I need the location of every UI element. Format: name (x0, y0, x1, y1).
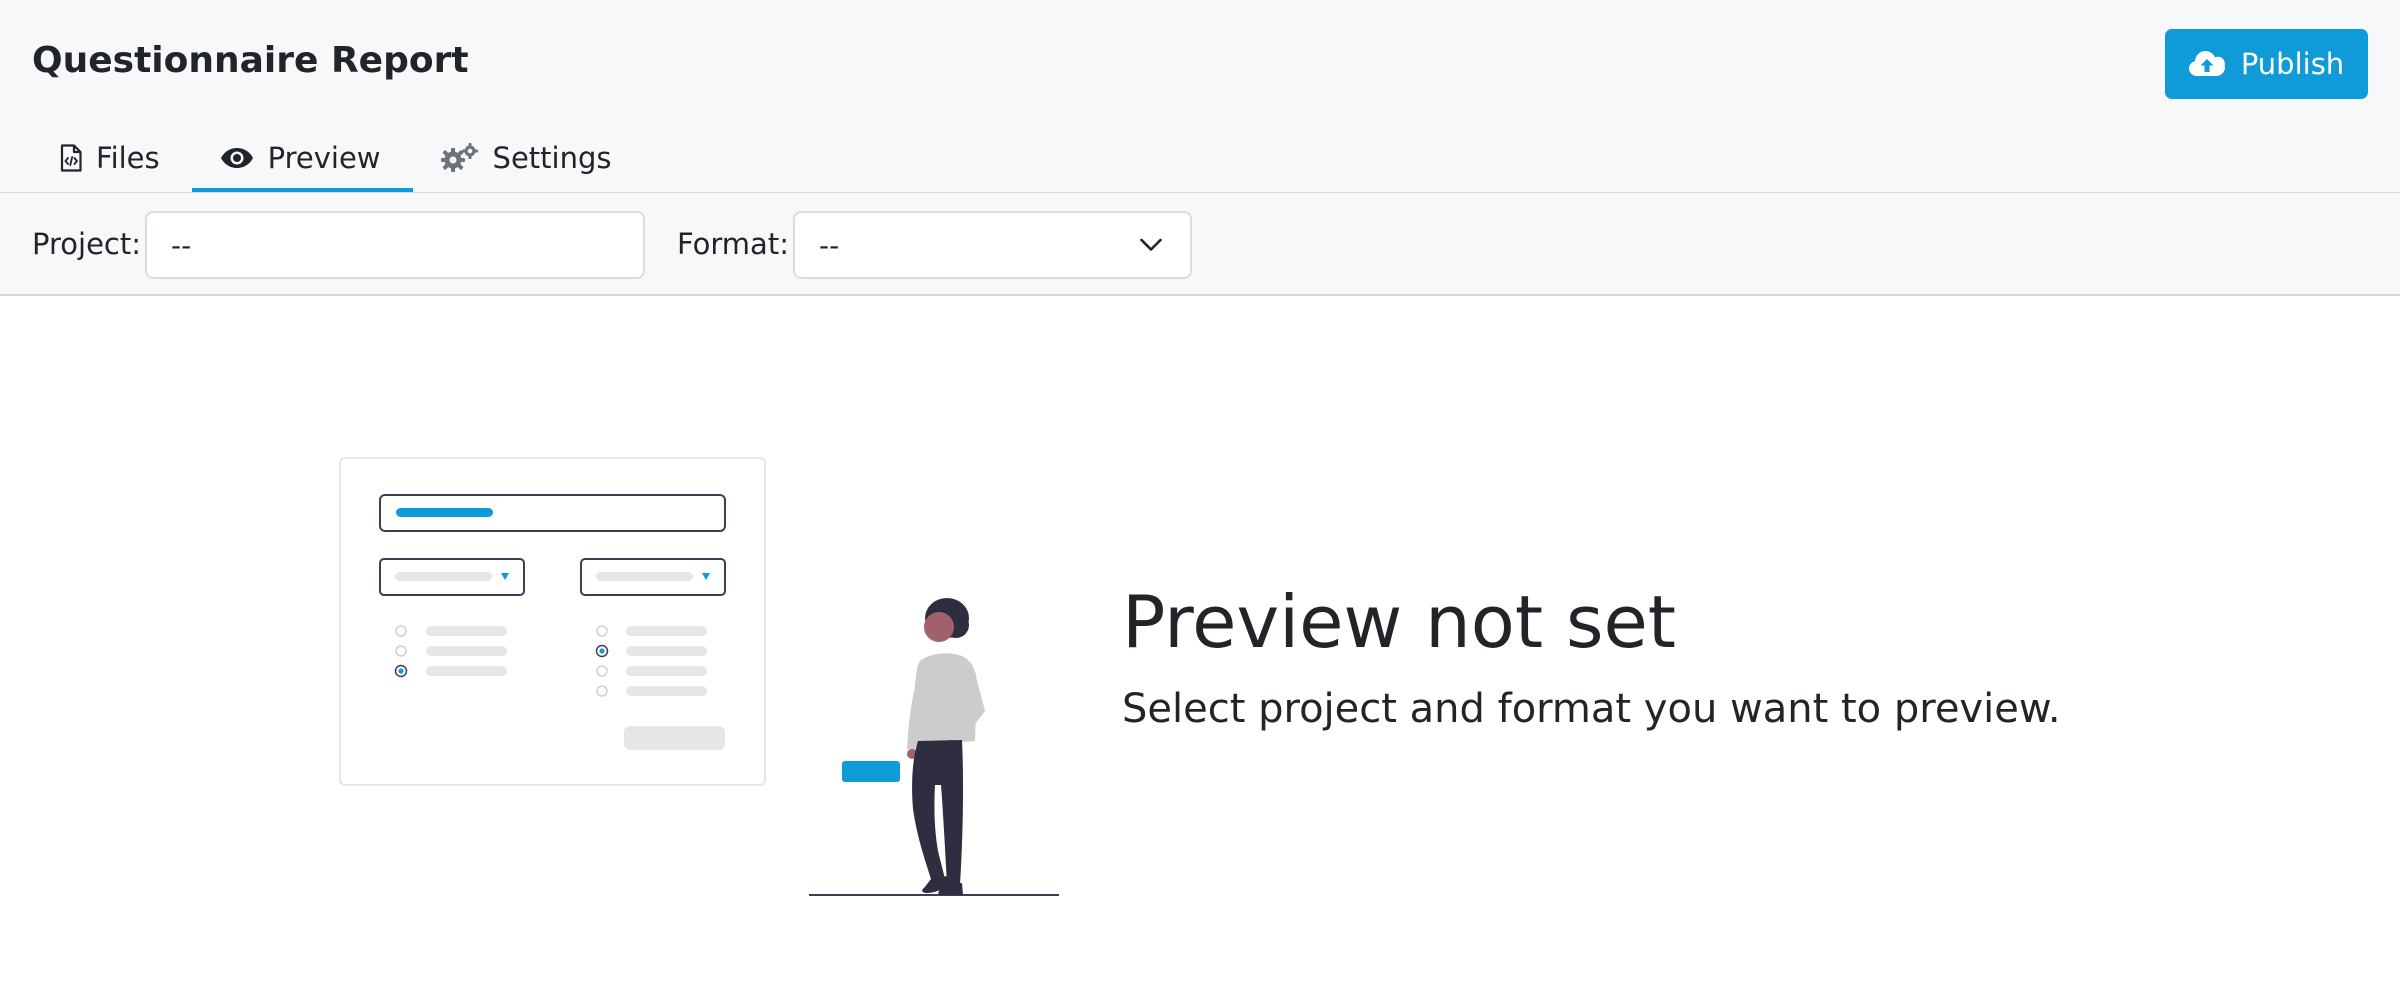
empty-state-title: Preview not set (1122, 580, 1676, 664)
publish-button[interactable]: Publish (2165, 29, 2368, 99)
gears-icon (440, 143, 478, 172)
filter-toolbar: Project: Format: -- (0, 193, 2400, 296)
tab-preview[interactable]: Preview (191, 128, 413, 192)
page-header: Questionnaire Report Publish Files Previ… (0, 0, 2400, 193)
project-input[interactable] (145, 211, 645, 279)
cloud-upload-icon (2188, 51, 2225, 76)
chevron-down-icon (1140, 238, 1162, 251)
tab-bar: Files Preview Settings (32, 128, 643, 192)
tab-settings-label: Settings (492, 141, 612, 175)
project-label: Project: (32, 227, 141, 261)
publish-button-label: Publish (2240, 47, 2345, 81)
empty-state-subtitle: Select project and format you want to pr… (1122, 686, 2061, 732)
tab-files-label: Files (96, 141, 160, 175)
eye-icon (220, 148, 253, 168)
tab-files[interactable]: Files (32, 128, 192, 192)
format-select-value: -- (819, 228, 840, 262)
page-title: Questionnaire Report (32, 40, 469, 81)
tab-preview-label: Preview (267, 141, 381, 175)
tab-settings[interactable]: Settings (413, 128, 644, 192)
format-select[interactable]: -- (793, 211, 1192, 279)
file-code-icon (60, 144, 82, 172)
empty-state-illustration (339, 457, 1059, 896)
format-label: Format: (677, 227, 789, 261)
